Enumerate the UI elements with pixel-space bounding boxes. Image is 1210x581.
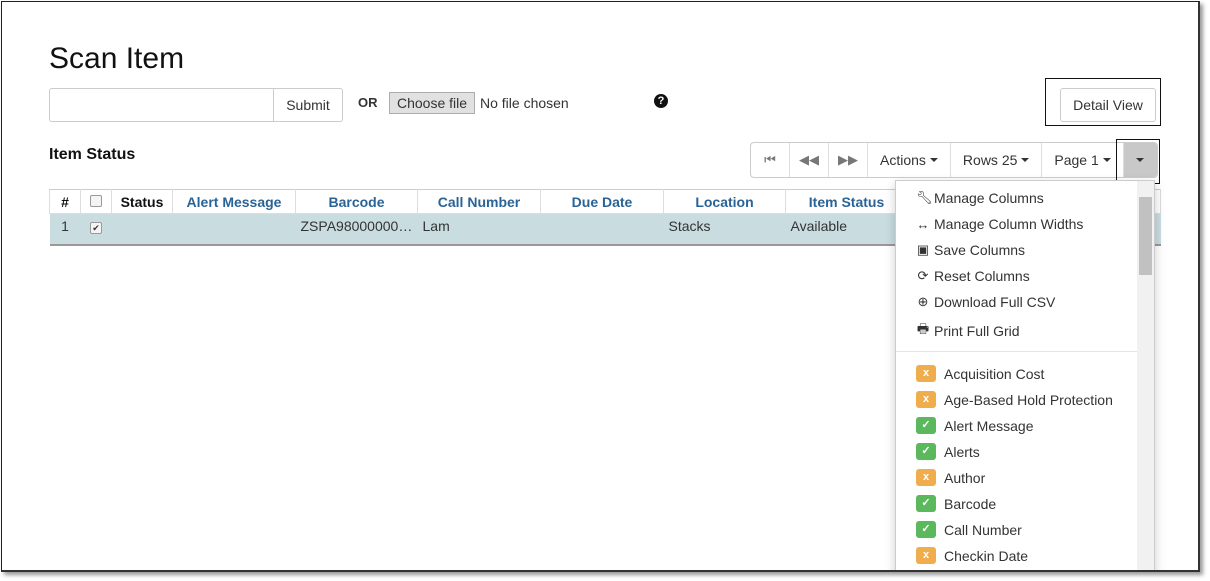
menu-label: Save Columns [934, 242, 1026, 258]
column-toggle-label: Age-Based Hold Protection [944, 391, 1113, 408]
save-icon: ▣ [916, 242, 930, 257]
cell-due-date [540, 213, 664, 246]
select-all-checkbox[interactable] [90, 194, 102, 207]
rows-label: Rows 25 [962, 152, 1018, 168]
page-dropdown[interactable]: Page 1 [1042, 143, 1124, 177]
column-toggle-label: Checkin Date [944, 547, 1029, 564]
col-location[interactable]: Location [663, 189, 786, 214]
menu-label: Manage Columns [934, 190, 1044, 206]
print-icon: 🖶︎ [916, 321, 930, 336]
cell-status [111, 213, 173, 246]
x-icon: x [916, 469, 936, 486]
column-menu-highlight [1116, 139, 1160, 184]
rows-dropdown[interactable]: Rows 25 [951, 143, 1043, 177]
grid-toolbar: ⏮ ◀◀ ▶▶ Actions Rows 25 Page 1 [750, 142, 1158, 178]
menu-label: Print Full Grid [934, 323, 1020, 339]
col-select-all[interactable] [80, 189, 112, 214]
next-page-icon[interactable]: ▶▶ [829, 143, 868, 177]
column-toggle-label: Author [944, 469, 986, 486]
print-grid-item[interactable]: 🖶︎ Print Full Grid [916, 320, 1020, 342]
column-toggle-label: Call Number [944, 521, 1022, 538]
column-toggle-item[interactable]: x Acquisition Cost [916, 365, 1044, 382]
cell-barcode: ZSPA98000000… [295, 213, 418, 246]
choose-file-button[interactable]: Choose file [389, 92, 475, 114]
menu-divider [896, 351, 1138, 352]
menu-label: Manage Column Widths [934, 216, 1084, 232]
col-status[interactable]: Status [111, 189, 173, 214]
col-alert-message[interactable]: Alert Message [172, 189, 296, 214]
detail-view-button[interactable]: Detail View [1060, 88, 1156, 122]
column-toggle-item[interactable]: ✓ Alert Message [916, 417, 1033, 434]
menu-scrollbar[interactable] [1137, 181, 1154, 570]
column-menu: 🔧︎ Manage Columns ↔ Manage Column Widths ▣… [895, 180, 1155, 570]
submit-button[interactable]: Submit [273, 88, 343, 122]
or-label: OR [358, 95, 378, 110]
wrench-icon: 🔧︎ [916, 190, 933, 205]
column-toggle-item[interactable]: x Author [916, 469, 985, 486]
manage-column-widths-item[interactable]: ↔ Manage Column Widths [916, 216, 1084, 232]
x-icon: x [916, 365, 936, 382]
col-due-date[interactable]: Due Date [540, 189, 664, 214]
cell-num: 1 [49, 213, 81, 246]
check-icon: ✓ [916, 443, 936, 460]
cell-location: Stacks [663, 213, 786, 246]
cell-alert [172, 213, 296, 246]
row-checkbox[interactable]: ✔ [90, 222, 102, 234]
download-csv-item[interactable]: ⊕ Download Full CSV [916, 294, 1056, 310]
no-file-label: No file chosen [480, 95, 569, 111]
column-toggle-label: Alert Message [944, 417, 1034, 434]
column-toggle-item[interactable]: ✓ Barcode [916, 495, 996, 512]
caret-down-icon [929, 158, 938, 162]
col-barcode[interactable]: Barcode [295, 189, 418, 214]
page-title: Scan Item [49, 42, 185, 75]
col-item-status[interactable]: Item Status [785, 189, 908, 214]
download-icon: ⊕ [917, 294, 929, 309]
question-circle-icon[interactable]: ? [654, 94, 668, 108]
actions-dropdown[interactable]: Actions [868, 143, 951, 177]
prev-page-icon[interactable]: ◀◀ [790, 143, 829, 177]
column-toggle-item[interactable]: ✓ Call Number [916, 521, 1022, 538]
cell-call-number: Lam [417, 213, 541, 246]
first-page-icon[interactable]: ⏮ [751, 143, 790, 177]
column-toggle-label: Acquisition Cost [944, 365, 1045, 382]
check-icon: ✓ [916, 417, 936, 434]
menu-label: Reset Columns [934, 268, 1030, 284]
col-num: # [49, 189, 81, 214]
menu-label: Download Full CSV [934, 294, 1056, 310]
column-toggle-label: Alerts [944, 443, 980, 460]
caret-down-icon [1102, 158, 1111, 162]
window: Scan Item Submit OR Choose file No file … [1, 1, 1200, 572]
manage-columns-item[interactable]: 🔧︎ Manage Columns [916, 190, 1044, 206]
actions-label: Actions [880, 152, 926, 168]
column-toggle-item[interactable]: x Age-Based Hold Protection [916, 391, 1113, 408]
column-toggle-item[interactable]: x Checkin Date [916, 547, 1028, 564]
scrollbar-thumb[interactable] [1139, 197, 1152, 275]
reset-columns-item[interactable]: ⟳ Reset Columns [916, 268, 1030, 284]
refresh-icon: ⟳ [917, 268, 929, 283]
save-columns-item[interactable]: ▣ Save Columns [916, 242, 1025, 258]
caret-down-icon [1021, 158, 1030, 162]
cell-item-status: Available [785, 213, 908, 246]
column-toggle-label: Barcode [944, 495, 997, 512]
page-label: Page 1 [1054, 152, 1099, 168]
col-call-number[interactable]: Call Number [417, 189, 541, 214]
scan-item-input[interactable] [49, 88, 274, 122]
column-toggle-item[interactable]: ✓ Alerts [916, 443, 980, 460]
check-icon: ✓ [916, 521, 936, 538]
x-icon: x [916, 391, 936, 408]
section-title: Item Status [49, 146, 136, 163]
x-icon: x [916, 547, 936, 564]
cell-select[interactable]: ✔ [80, 213, 112, 246]
arrows-h-icon: ↔ [916, 216, 930, 232]
check-icon: ✓ [916, 495, 936, 512]
